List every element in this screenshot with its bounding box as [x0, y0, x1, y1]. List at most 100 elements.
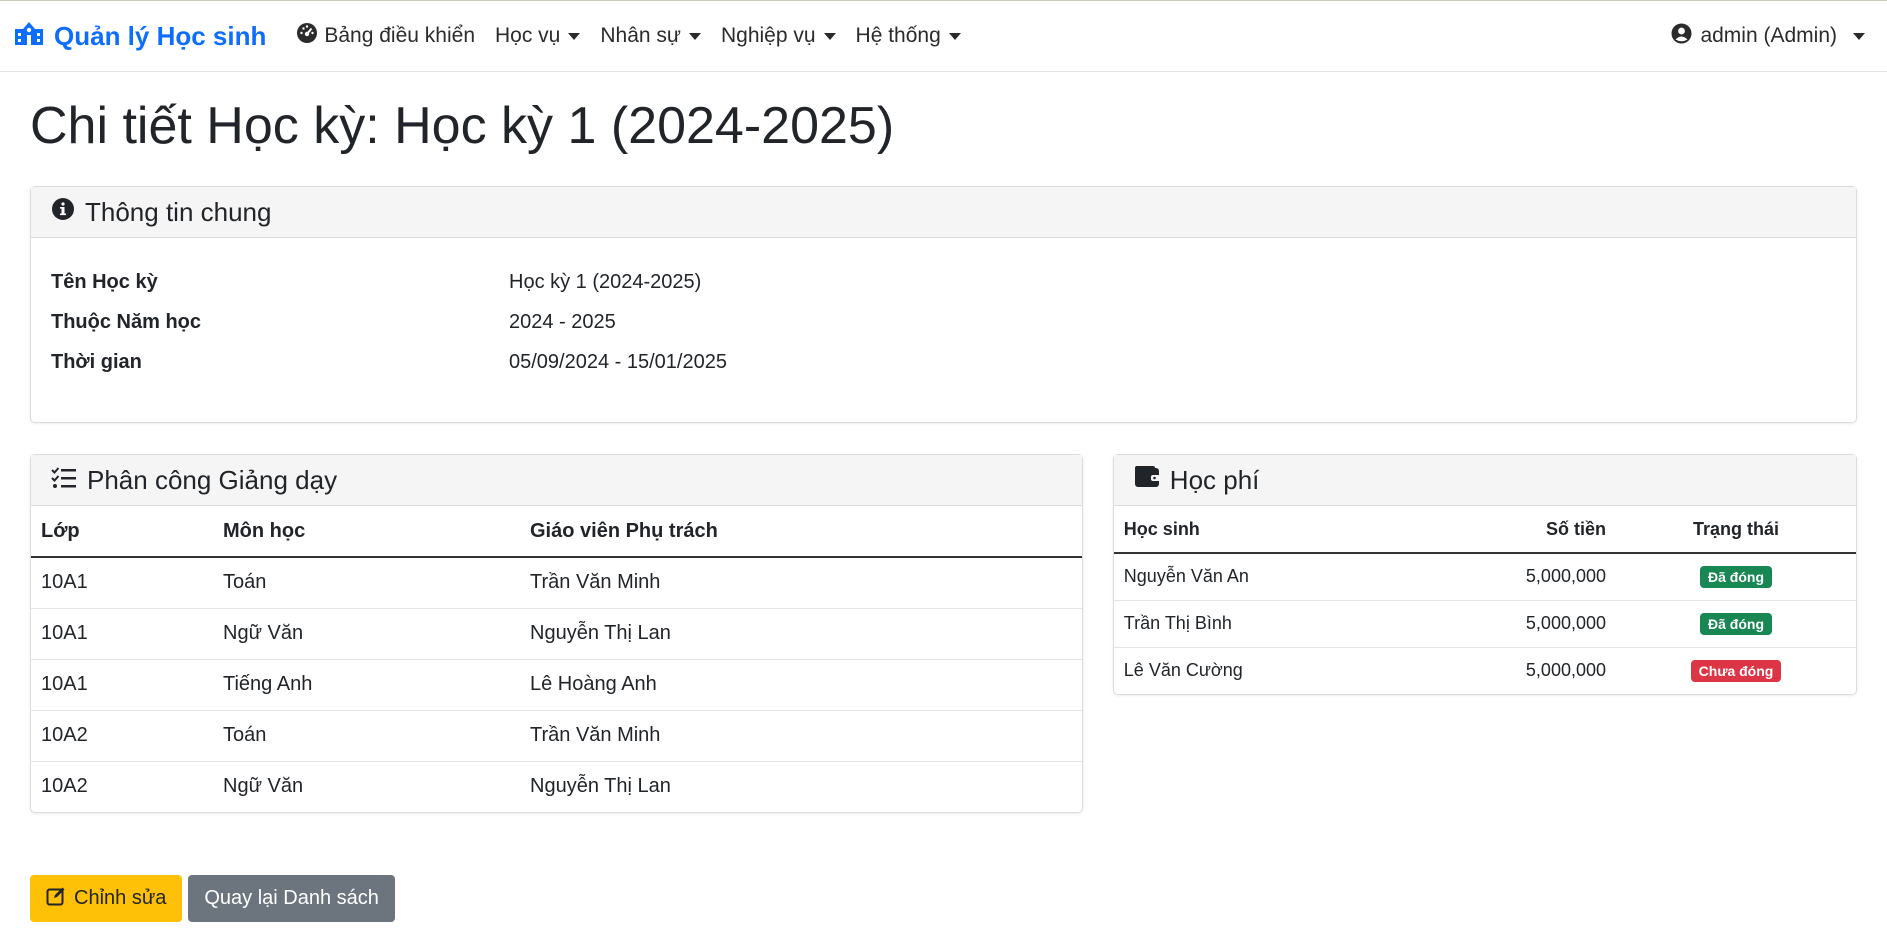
main-content: Chi tiết Học kỳ: Học kỳ 1 (2024-2025) Th…	[0, 96, 1887, 922]
school-icon	[14, 20, 44, 53]
dashboard-icon	[296, 22, 318, 50]
column-header-teacher: Giáo viên Phụ trách	[520, 506, 1082, 558]
nav-operations-label: Nghiệp vụ	[720, 24, 816, 47]
top-navbar: Quản lý Học sinh Bảng điều khiển Học vụ	[0, 0, 1887, 72]
general-info-header: Thông tin chung	[31, 187, 1856, 238]
fees-title: Học phí	[1169, 464, 1260, 495]
info-row-semester-name: Tên Học kỳ Học kỳ 1 (2024-2025)	[51, 262, 1836, 302]
cell-amount: 5,000,000	[1436, 553, 1616, 601]
table-row: Nguyễn Văn An 5,000,000 Đã đóng	[1113, 553, 1856, 601]
nav-academic-dropdown[interactable]: Học vụ	[495, 24, 581, 48]
nav-staff-label: Nhân sự	[600, 24, 681, 47]
cell-amount: 5,000,000	[1525, 660, 1606, 681]
general-info-body: Tên Học kỳ Học kỳ 1 (2024-2025) Thuộc Nă…	[31, 238, 1856, 422]
nav-operations-dropdown[interactable]: Nghiệp vụ	[721, 24, 836, 48]
detail-row: Phân công Giảng dạy Lớp Môn học Giáo viê…	[30, 454, 1857, 813]
cell-class: 10A2	[41, 775, 88, 798]
cell-class: 10A2	[31, 710, 213, 762]
cell-teacher: Nguyễn Thị Lan	[520, 608, 1082, 660]
user-circle-icon	[1671, 23, 1692, 50]
fees-table: Học sinh Số tiền Trạng thái Nguyễn Văn A…	[1113, 506, 1856, 694]
cell-student: Nguyễn Văn An	[1113, 553, 1436, 601]
info-label: Thời gian	[51, 350, 142, 373]
column-header-student: Học sinh	[1113, 506, 1436, 554]
list-check-icon	[51, 465, 77, 496]
edit-button[interactable]: Chỉnh sửa	[30, 875, 183, 922]
cell-status: Đã đóng	[1616, 553, 1856, 601]
info-value: Học kỳ 1 (2024-2025)	[509, 270, 702, 293]
table-row: Trần Thị Bình 5,000,000 Đã đóng	[1113, 600, 1856, 648]
user-label: admin (Admin)	[1700, 24, 1837, 47]
assignments-title: Phân công Giảng dạy	[87, 464, 338, 495]
cell-teacher: Trần Văn Minh	[520, 557, 1082, 609]
cell-subject: Ngữ Văn	[213, 608, 520, 660]
general-info-card: Thông tin chung Tên Học kỳ Học kỳ 1 (202…	[30, 186, 1857, 423]
table-row: 10A1 Tiếng Anh Lê Hoàng Anh	[31, 659, 1082, 711]
table-row: Lê Văn Cường 5,000,000 Chưa đóng	[1114, 647, 1856, 694]
cell-subject: Toán	[213, 557, 520, 609]
assignments-header: Phân công Giảng dạy	[31, 455, 1082, 506]
cell-class: 10A1	[31, 608, 213, 660]
info-row-duration: Thời gian 05/09/2024 - 15/01/2025	[51, 342, 1836, 382]
edit-icon	[46, 886, 66, 912]
user-menu[interactable]: admin (Admin)	[1671, 23, 1873, 50]
table-row: 10A2 Ngữ Văn Nguyễn Thị Lan	[31, 761, 1082, 812]
fees-header: Học phí	[1113, 455, 1856, 506]
info-label: Thuộc Năm học	[51, 310, 202, 333]
nav-academic-label: Học vụ	[495, 24, 561, 47]
info-circle-icon	[51, 197, 75, 228]
column-header-status: Trạng thái	[1616, 506, 1856, 554]
cell-subject: Ngữ Văn	[223, 775, 304, 798]
info-value: 05/09/2024 - 15/01/2025	[509, 350, 727, 373]
info-label: Tên Học kỳ	[51, 270, 158, 293]
wallet-icon	[1134, 465, 1160, 496]
assignments-table: Lớp Môn học Giáo viên Phụ trách 10A1 Toá…	[31, 506, 1082, 812]
general-info-title: Thông tin chung	[85, 196, 272, 227]
assignments-card: Phân công Giảng dạy Lớp Môn học Giáo viê…	[30, 454, 1083, 813]
table-row: 10A2 Toán Trần Văn Minh	[31, 710, 1082, 762]
caret-down-icon	[823, 32, 836, 40]
nav-dashboard[interactable]: Bảng điều khiển	[296, 22, 475, 50]
nav-system-label: Hệ thống	[855, 24, 941, 47]
column-header-class: Lớp	[31, 506, 213, 558]
brand-title: Quản lý Học sinh	[54, 20, 267, 51]
table-header-row: Học sinh Số tiền Trạng thái	[1113, 506, 1856, 554]
cell-teacher: Nguyễn Thị Lan	[530, 775, 671, 798]
cell-class: 10A1	[31, 659, 213, 711]
nav-staff-dropdown[interactable]: Nhân sự	[600, 24, 701, 48]
column-header-subject: Môn học	[213, 506, 520, 558]
action-buttons: Chỉnh sửa Quay lại Danh sách	[30, 875, 1857, 922]
main-nav: Bảng điều khiển Học vụ Nhân sự Nghiệp vụ…	[296, 22, 961, 50]
column-header-amount: Số tiền	[1436, 506, 1616, 554]
brand-link[interactable]: Quản lý Học sinh	[14, 20, 266, 53]
info-row-school-year: Thuộc Năm học 2024 - 2025	[51, 302, 1836, 342]
edit-button-label: Chỉnh sửa	[74, 887, 167, 909]
caret-down-icon	[688, 32, 701, 40]
page-title: Chi tiết Học kỳ: Học kỳ 1 (2024-2025)	[30, 97, 895, 155]
cell-student: Trần Thị Bình	[1113, 600, 1436, 648]
table-header-row: Lớp Môn học Giáo viên Phụ trách	[31, 506, 1082, 558]
table-row: 10A1 Toán Trần Văn Minh	[31, 557, 1082, 609]
cell-status: Đã đóng	[1616, 600, 1856, 648]
cell-status: Chưa đóng	[1616, 647, 1856, 694]
nav-system-dropdown[interactable]: Hệ thống	[856, 24, 961, 48]
caret-down-icon	[1853, 32, 1865, 40]
cell-student: Lê Văn Cường	[1123, 660, 1243, 681]
caret-down-icon	[948, 32, 961, 40]
caret-down-icon	[568, 32, 581, 40]
cell-amount: 5,000,000	[1436, 600, 1616, 648]
cell-teacher: Lê Hoàng Anh	[520, 659, 1082, 711]
info-value: 2024 - 2025	[509, 310, 616, 333]
table-row: 10A1 Ngữ Văn Nguyễn Thị Lan	[31, 608, 1082, 660]
status-badge: Đã đóng	[1700, 612, 1772, 635]
nav-dashboard-label: Bảng điều khiển	[324, 24, 475, 47]
back-to-list-button[interactable]: Quay lại Danh sách	[188, 875, 395, 922]
status-badge: Chưa đóng	[1690, 659, 1782, 682]
status-badge: Đã đóng	[1700, 565, 1772, 588]
cell-class: 10A1	[31, 557, 213, 609]
cell-subject: Tiếng Anh	[213, 659, 520, 711]
cell-teacher: Trần Văn Minh	[520, 710, 1082, 762]
back-button-label: Quay lại Danh sách	[204, 887, 379, 909]
fees-card: Học phí Học sinh Số tiền Trạng thái Nguy…	[1112, 454, 1857, 695]
cell-subject: Toán	[213, 710, 520, 762]
